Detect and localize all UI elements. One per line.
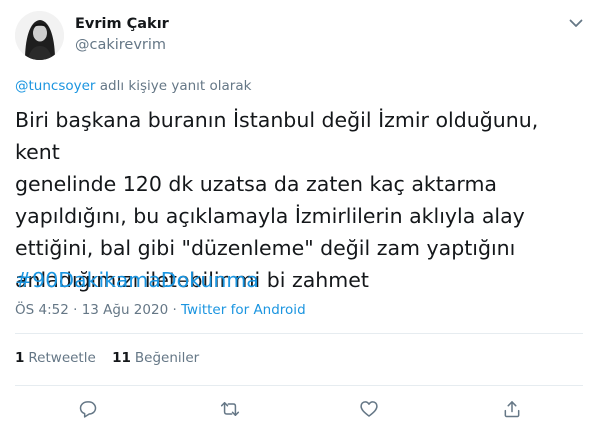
reply-mention-link[interactable]: @tuncsoyer (15, 78, 95, 94)
tweet-card: Evrim Çakır @cakirevrim @tuncsoyer adlı … (0, 0, 598, 434)
chevron-down-icon[interactable] (566, 13, 586, 33)
tweet-meta: ÖS 4:52 · 13 Ağu 2020 · Twitter for Andr… (15, 302, 306, 318)
display-name[interactable]: Evrim Çakır (75, 16, 169, 32)
user-handle[interactable]: @cakirevrim (75, 37, 166, 53)
meta-separator-2: · (168, 302, 182, 318)
reply-icon[interactable] (76, 397, 100, 421)
tweet-date[interactable]: 13 Ağu 2020 (82, 302, 168, 318)
retweets-label: Retweetle (28, 350, 96, 366)
retweets-count: 1 (15, 350, 25, 366)
tweet-time[interactable]: ÖS 4:52 (15, 302, 69, 318)
like-icon[interactable] (357, 397, 381, 421)
tweet-source-link[interactable]: Twitter for Android (181, 302, 306, 318)
tweet-stats: 1 Retweetle 11 Beğeniler (15, 350, 211, 366)
retweet-icon[interactable] (218, 397, 242, 421)
avatar-photo (15, 11, 64, 60)
likes-label: Beğeniler (134, 350, 200, 366)
likes-count: 11 (112, 350, 131, 366)
divider (15, 385, 583, 386)
likes-stat[interactable]: 11 Beğeniler (112, 350, 199, 366)
hashtag-link[interactable]: #90DakikamaDokunma (15, 264, 259, 296)
reply-context-text: adlı kişiye yanıt olarak (95, 78, 252, 94)
avatar[interactable] (15, 11, 64, 60)
retweets-stat[interactable]: 1 Retweetle (15, 350, 96, 366)
meta-separator: · (68, 302, 82, 318)
reply-context: @tuncsoyer adlı kişiye yanıt olarak (15, 78, 251, 94)
share-icon[interactable] (500, 397, 524, 421)
divider (15, 333, 583, 334)
